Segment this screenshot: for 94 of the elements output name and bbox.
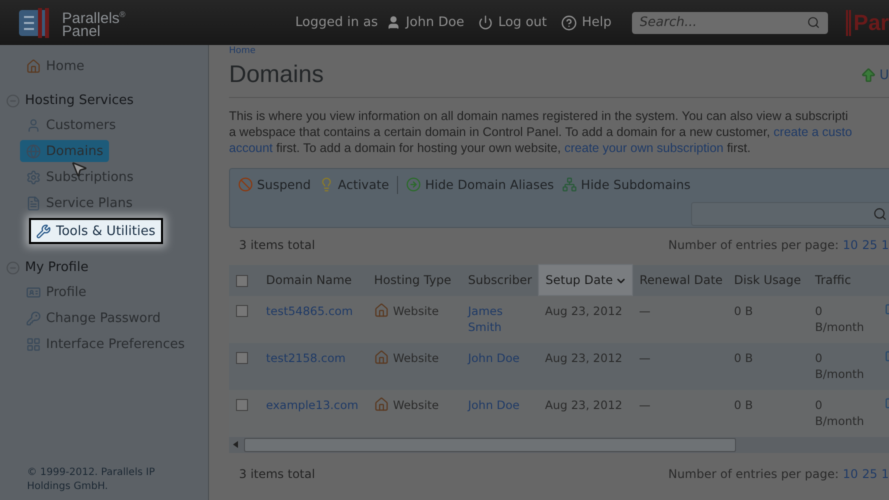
- sidebar-item-icon: [26, 310, 41, 326]
- logged-in-label: Logged in as: [295, 15, 378, 30]
- subscriber-link[interactable]: James Smith: [468, 302, 531, 334]
- column-header[interactable]: Hosting Type: [367, 264, 461, 296]
- column-header[interactable]: Domain Name: [259, 264, 367, 296]
- page-size-link[interactable]: 25: [862, 466, 878, 480]
- search-icon: [806, 16, 820, 29]
- description-text: a webspace that contains a certain domain in Control Panel. To add a domain for a new customer,: [229, 125, 772, 139]
- table-cell: 0 B/month: [808, 296, 878, 342]
- power-icon: [478, 15, 494, 30]
- description-text: first.: [726, 141, 751, 155]
- sidebar-item-icon: [36, 224, 51, 238]
- toolbar-button-icon: [406, 177, 422, 192]
- table-cell: Website: [393, 350, 439, 366]
- column-header[interactable]: Disk Usage: [727, 264, 808, 296]
- logout-link[interactable]: Log out: [478, 15, 547, 30]
- horizontal-scrollbar[interactable]: [229, 436, 889, 452]
- column-header[interactable]: Traffic: [808, 264, 878, 296]
- table-search-field[interactable]: [691, 202, 889, 226]
- domain-link[interactable]: example13.com: [266, 398, 358, 412]
- help-icon: [560, 14, 577, 30]
- toolbar-button-icon: [562, 177, 577, 192]
- description-link[interactable]: create a custo: [774, 125, 852, 139]
- subscriber-link[interactable]: John Doe: [468, 396, 531, 412]
- sidebar-item[interactable]: Domains: [20, 140, 110, 162]
- description-link[interactable]: create your own subscription: [564, 141, 724, 155]
- table-cell: Aug 23, 2012: [538, 296, 632, 342]
- table-cell: 0 B: [727, 296, 808, 342]
- toolbar-button[interactable]: Activate: [318, 175, 390, 194]
- domain-link[interactable]: test2158.com: [266, 350, 346, 364]
- sidebar-item-icon: [26, 196, 41, 210]
- page-size-link[interactable]: 10: [842, 466, 858, 480]
- select-all-checkbox[interactable]: [236, 274, 248, 287]
- search-field[interactable]: Search...: [632, 12, 828, 34]
- page-size-link[interactable]: 25: [862, 238, 878, 252]
- sidebar-item[interactable]: Tools & Utilities: [29, 218, 164, 244]
- items-total: 3 items total: [239, 238, 316, 252]
- sidebar-item-icon: [26, 144, 41, 158]
- toolbar-button[interactable]: Hide Subdomains: [562, 175, 691, 194]
- column-header[interactable]: Subscriber: [461, 264, 538, 296]
- sidebar-group-toggle[interactable]: My Profile: [6, 260, 208, 275]
- entries-per-page-label: Number of entries per page:: [668, 238, 839, 252]
- subscriber-link[interactable]: John Doe: [468, 350, 531, 366]
- home-icon: [26, 58, 41, 74]
- entries-per-page-label: Number of entries per page:: [668, 466, 839, 480]
- table-cell: —: [632, 342, 727, 390]
- search-icon: [873, 207, 887, 221]
- page-title: Domains: [229, 61, 324, 89]
- items-total: 3 items total: [239, 466, 316, 480]
- page-size-link[interactable]: 1: [881, 238, 889, 252]
- table-cell: 0 B: [727, 342, 808, 390]
- sidebar-item-icon: [26, 284, 41, 300]
- toolbar-button-icon: [238, 177, 253, 192]
- table-cell: 0 B/month: [808, 390, 878, 436]
- table-cell: Aug 23, 2012: [538, 390, 632, 436]
- table-cell: Website: [393, 396, 439, 412]
- house-icon: [374, 350, 389, 365]
- scroll-left-icon[interactable]: [233, 441, 238, 448]
- house-icon: [374, 303, 389, 318]
- table-cell: —: [632, 390, 727, 436]
- sidebar-item-icon: [26, 170, 41, 184]
- table-cell: Aug 23, 2012: [538, 342, 632, 390]
- sidebar-group-toggle[interactable]: Hosting Services: [6, 93, 208, 108]
- toolbar-button[interactable]: Suspend: [238, 175, 311, 194]
- table-cell: 0 B: [727, 390, 808, 436]
- description-text: first. To add a domain for hosting your own website,: [275, 141, 562, 155]
- breadcrumb-link[interactable]: Home: [229, 46, 256, 57]
- row-checkbox[interactable]: [236, 352, 248, 364]
- up-arrow-icon: [860, 66, 878, 84]
- row-checkbox[interactable]: [236, 305, 248, 318]
- description-link[interactable]: account: [229, 141, 273, 155]
- search-input[interactable]: Search...: [640, 12, 807, 32]
- page-size-link[interactable]: 1: [881, 466, 889, 480]
- scrollbar-thumb[interactable]: [244, 438, 736, 452]
- user-icon: [386, 15, 401, 30]
- description-text: This is where you view information on all domain names registered in the system. You can also view a subscripti: [229, 109, 848, 123]
- table-cell: Website: [393, 302, 439, 318]
- upgrade-link[interactable]: U: [860, 66, 889, 84]
- domain-link[interactable]: test54865.com: [266, 304, 353, 318]
- sidebar-item-icon: [26, 336, 41, 352]
- user-link[interactable]: John Doe: [386, 15, 464, 30]
- column-header[interactable]: Renewal Date: [632, 264, 727, 296]
- brand-logo-text: Par: [846, 10, 889, 36]
- sidebar-item-icon: [26, 118, 41, 132]
- table-cell: 0 B/month: [808, 342, 878, 390]
- house-icon: [374, 397, 389, 412]
- page-size-link[interactable]: 10: [842, 238, 858, 252]
- toolbar-button[interactable]: Hide Domain Aliases: [406, 175, 554, 194]
- copyright-text: © 1999-2012. Parallels IP Holdings GmbH.: [26, 466, 156, 494]
- row-checkbox[interactable]: [236, 399, 248, 412]
- column-header[interactable]: Setup Date: [538, 264, 632, 296]
- table-cell: —: [632, 296, 727, 342]
- logo-text: Parallels$^{®}$ Panel: [62, 8, 126, 38]
- help-link[interactable]: Help: [560, 14, 612, 30]
